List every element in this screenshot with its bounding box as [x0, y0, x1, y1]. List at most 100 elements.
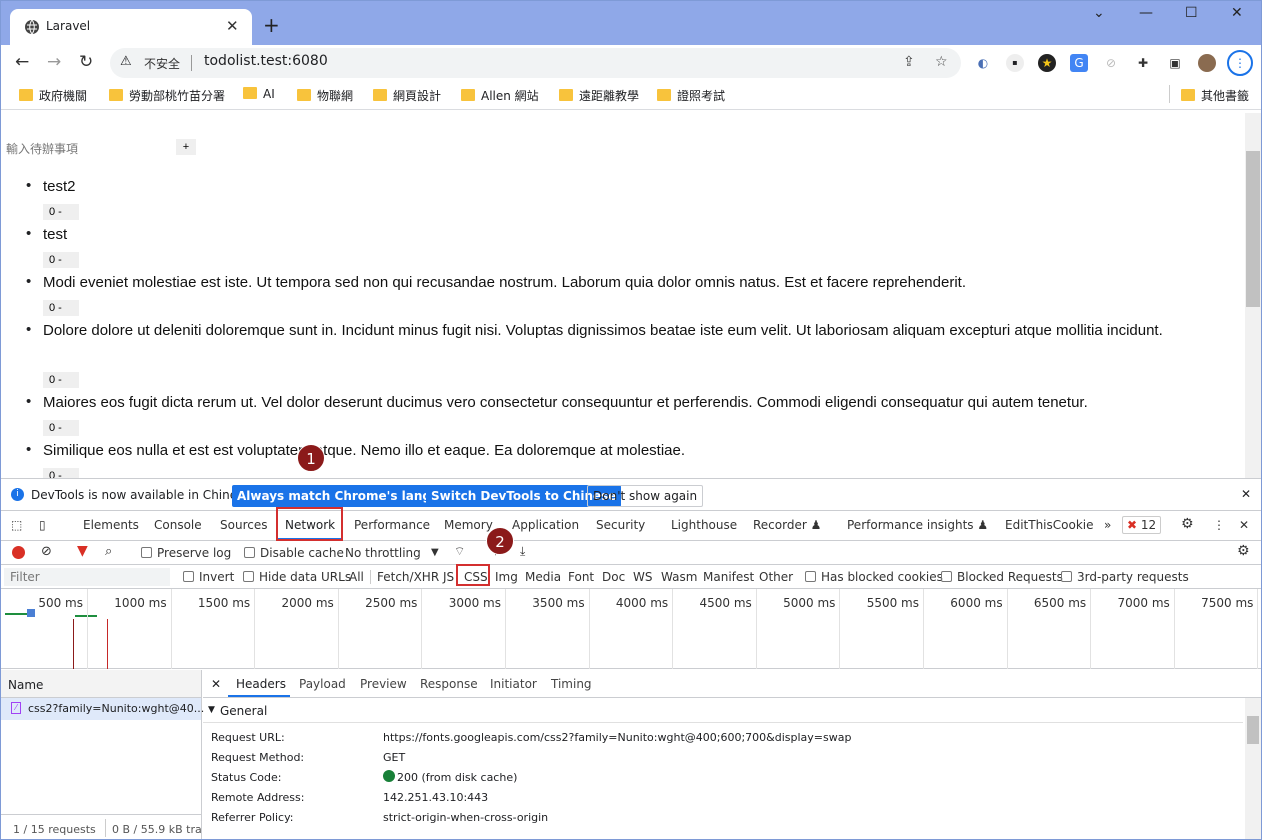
tab-search-icon[interactable]: ⌄ — [1093, 5, 1105, 21]
type-filter-other[interactable]: Other — [759, 570, 793, 584]
checkbox[interactable] — [141, 547, 152, 558]
tab-initiator[interactable]: Initiator — [490, 677, 537, 691]
tab-performance-insights[interactable]: Performance insights ♟ — [847, 518, 988, 532]
reload-icon[interactable]: ↻ — [79, 52, 93, 72]
tab-lighthouse[interactable]: Lighthouse — [671, 518, 737, 532]
tab-console[interactable]: Console — [154, 518, 202, 532]
collapse-triangle-icon[interactable]: ▼ — [208, 705, 215, 715]
bookmark-folder[interactable]: 物聯網 — [297, 87, 353, 104]
share-icon[interactable]: ⇪ — [903, 54, 915, 70]
more-tabs-icon[interactable]: » — [1104, 518, 1111, 532]
bookmark-folder[interactable]: 勞動部桃竹苗分署 — [109, 87, 225, 104]
bookmark-folder[interactable]: 遠距離教學 — [559, 87, 639, 104]
tab-network[interactable]: Network — [285, 518, 335, 532]
type-filter-media[interactable]: Media — [525, 570, 561, 584]
browser-tab[interactable]: Laravel ✕ — [10, 9, 252, 45]
tab-response[interactable]: Response — [420, 677, 478, 691]
menu-dots-icon[interactable]: ⋮ — [1227, 50, 1253, 76]
settings-gear-icon[interactable]: ⚙ — [1181, 516, 1194, 532]
invert-checkbox[interactable]: Invert — [183, 570, 234, 584]
type-filter-manifest[interactable]: Manifest — [703, 570, 754, 584]
bookmark-star-icon[interactable]: ☆ — [935, 54, 948, 70]
filter-input[interactable]: Filter — [4, 568, 170, 586]
tab-preview[interactable]: Preview — [360, 677, 407, 691]
type-filter-css[interactable]: CSS — [464, 570, 488, 584]
issues-badge[interactable]: ✖ 12 — [1122, 516, 1162, 534]
type-filter-fetch[interactable]: Fetch/XHR — [377, 570, 439, 584]
avatar[interactable] — [1198, 54, 1216, 72]
bookmark-folder[interactable]: 政府機關 — [19, 87, 87, 104]
close-devtools-icon[interactable]: ✕ — [1239, 518, 1249, 532]
back-arrow-icon[interactable]: ← — [15, 52, 29, 72]
puzzle-icon[interactable]: ✚ — [1134, 54, 1152, 72]
checkbox[interactable] — [243, 571, 254, 582]
type-filter-all[interactable]: All — [349, 570, 364, 584]
close-detail-icon[interactable]: ✕ — [211, 677, 221, 691]
other-bookmarks-folder[interactable]: 其他書籤 — [1181, 87, 1249, 104]
tab-headers[interactable]: Headers — [236, 677, 286, 691]
todo-counter[interactable]: 0 - — [43, 372, 79, 388]
network-settings-icon[interactable]: ⚙ — [1237, 543, 1250, 559]
network-conditions-icon[interactable]: ⌔ — [454, 544, 465, 559]
general-section-title[interactable]: General — [220, 704, 267, 718]
tab-recorder[interactable]: Recorder ♟ — [753, 518, 821, 532]
minimize-button[interactable]: — — [1139, 5, 1153, 21]
type-filter-img[interactable]: Img — [495, 570, 518, 584]
todo-counter[interactable]: 0 - — [43, 468, 79, 478]
tab-application[interactable]: Application — [512, 518, 579, 532]
add-todo-button[interactable]: + — [176, 139, 196, 155]
todo-counter[interactable]: 0 - — [43, 420, 79, 436]
todo-counter[interactable]: 0 - — [43, 252, 79, 268]
tab-sources[interactable]: Sources — [220, 518, 267, 532]
tab-close-icon[interactable]: ✕ — [226, 17, 239, 35]
page-scrollbar-thumb[interactable] — [1246, 151, 1260, 307]
url-text[interactable]: todolist.test:6080 — [204, 53, 328, 69]
throttling-select[interactable]: No throttling — [345, 546, 421, 560]
todo-counter[interactable]: 0 - — [43, 300, 79, 316]
forward-arrow-icon[interactable]: → — [47, 52, 61, 72]
extension-icon[interactable]: ⊘ — [1102, 54, 1120, 72]
third-party-checkbox[interactable]: 3rd-party requests — [1061, 570, 1189, 584]
extension-icon[interactable]: ◐ — [974, 54, 992, 72]
device-toolbar-icon[interactable]: ▯ — [39, 518, 46, 532]
dont-show-again-button[interactable]: Don't show again — [587, 485, 704, 507]
type-filter-doc[interactable]: Doc — [602, 570, 625, 584]
checkbox[interactable] — [1061, 571, 1072, 582]
close-info-icon[interactable]: ✕ — [1241, 487, 1251, 501]
tab-elements[interactable]: Elements — [83, 518, 139, 532]
record-icon[interactable] — [12, 546, 25, 559]
checkbox[interactable] — [183, 571, 194, 582]
type-filter-font[interactable]: Font — [568, 570, 594, 584]
download-icon[interactable]: ⤓ — [520, 544, 525, 559]
bookmark-folder[interactable]: 證照考試 — [657, 87, 725, 104]
close-window-button[interactable]: ✕ — [1231, 5, 1243, 21]
network-timeline[interactable]: 500 ms 1000 ms 1500 ms 2000 ms 2500 ms 3000 m… — [1, 589, 1261, 669]
bookmark-folder[interactable]: AI — [243, 87, 275, 101]
todo-input[interactable]: 輸入待辦事項 — [6, 140, 78, 157]
tab-editthiscookie[interactable]: EditThisCookie — [1005, 518, 1094, 532]
extension-icon[interactable]: ★ — [1038, 54, 1056, 72]
blocked-cookies-checkbox[interactable]: Has blocked cookies — [805, 570, 943, 584]
checkbox[interactable] — [244, 547, 255, 558]
detail-scrollbar-thumb[interactable] — [1247, 716, 1259, 744]
hide-data-urls-checkbox[interactable]: Hide data URLs — [243, 570, 351, 584]
name-column-header[interactable]: Name — [1, 670, 201, 698]
todo-counter[interactable]: 0 - — [43, 204, 79, 220]
blocked-requests-checkbox[interactable]: Blocked Requests — [941, 570, 1063, 584]
tab-security[interactable]: Security — [596, 518, 645, 532]
disable-cache-checkbox[interactable]: Disable cache — [244, 546, 344, 560]
checkbox[interactable] — [805, 571, 816, 582]
devtools-menu-icon[interactable]: ⋮ — [1213, 518, 1225, 532]
bookmark-folder[interactable]: 網頁設計 — [373, 87, 441, 104]
tab-performance[interactable]: Performance — [354, 518, 430, 532]
type-filter-js[interactable]: JS — [443, 570, 454, 584]
request-row[interactable]: ⁄ css2?family=Nunito:wght@40... — [1, 698, 204, 720]
preserve-log-checkbox[interactable]: Preserve log — [141, 546, 231, 560]
new-tab-button[interactable]: + — [263, 13, 280, 37]
type-filter-wasm[interactable]: Wasm — [661, 570, 697, 584]
type-filter-ws[interactable]: WS — [633, 570, 652, 584]
search-icon[interactable]: ⌕ — [105, 544, 112, 559]
google-translate-icon[interactable]: G — [1070, 54, 1088, 72]
side-panel-icon[interactable]: ▣ — [1166, 54, 1184, 72]
tab-memory[interactable]: Memory — [444, 518, 493, 532]
